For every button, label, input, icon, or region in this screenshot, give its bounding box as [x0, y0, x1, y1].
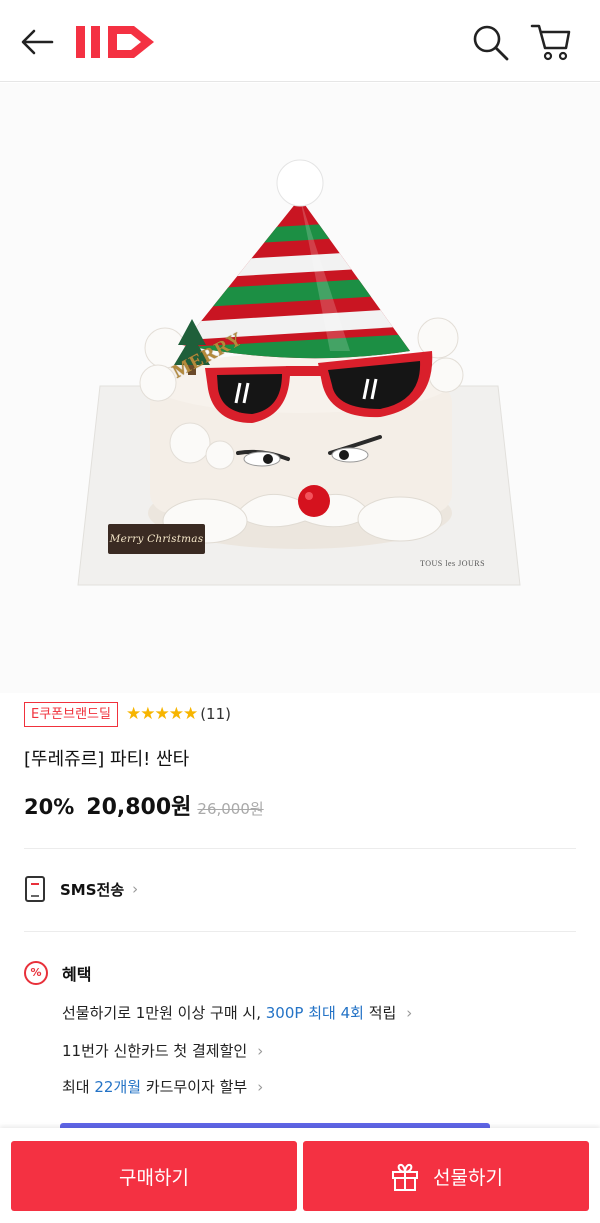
- gift-button-label: 선물하기: [433, 1166, 503, 1189]
- product-title: [뚜레쥬르] 파티! 싼타: [24, 749, 190, 770]
- sms-label: SMS전송: [60, 880, 125, 899]
- product-image[interactable]: MERRY Merry Christmas TOUS les JOURS: [0, 83, 600, 693]
- divider: [24, 848, 576, 849]
- merry-christmas-plaque: Merry Christmas: [108, 524, 205, 554]
- benefit-item-shinhan-card[interactable]: 11번가 신한카드 첫 결제할인 ›: [62, 1040, 263, 1061]
- benefit-text: 11번가 신한카드 첫 결제할인: [62, 1042, 248, 1060]
- buy-button[interactable]: 구매하기: [11, 1141, 297, 1211]
- chevron-right-icon: ›: [406, 1004, 413, 1022]
- benefit-header: % 혜택: [24, 958, 91, 988]
- chevron-right-icon: ›: [257, 1042, 264, 1060]
- search-button[interactable]: [470, 22, 512, 62]
- divider: [24, 931, 576, 932]
- benefit-highlight: 22개월: [94, 1078, 142, 1096]
- chevron-right-icon: ›: [132, 880, 139, 898]
- cart-icon: [530, 24, 571, 61]
- cake-illustration: [77, 159, 521, 586]
- benefit-text: 선물하기로 1만원 이상 구매 시,: [62, 1004, 266, 1022]
- benefit-item-installment[interactable]: 최대 22개월 카드무이자 할부 ›: [62, 1076, 263, 1097]
- phone-icon: [25, 876, 45, 902]
- review-count[interactable]: (11): [200, 705, 231, 723]
- price-row: 20% 20,800원 26,000원: [24, 789, 264, 821]
- benefit-text: 최대: [62, 1078, 95, 1096]
- benefit-item-gift-points[interactable]: 선물하기로 1만원 이상 구매 시, 300P 최대 4회 적립 ›: [62, 1002, 412, 1023]
- back-arrow-icon: [21, 29, 54, 55]
- star-rating[interactable]: ★★★★★: [126, 704, 198, 724]
- benefit-text: 적립: [363, 1004, 397, 1022]
- benefit-highlight: 300P 최대 4회: [265, 1004, 364, 1022]
- discount-rate: 20%: [24, 795, 75, 819]
- gift-button[interactable]: 선물하기: [303, 1141, 589, 1211]
- original-price: 26,000원: [197, 800, 264, 818]
- cart-button[interactable]: [528, 20, 574, 64]
- badge-rating-row: E쿠폰브랜드딜 ★★★★★ (11): [24, 701, 231, 727]
- gift-icon: [392, 1163, 419, 1191]
- back-button[interactable]: [18, 22, 58, 62]
- buy-button-label: 구매하기: [119, 1166, 189, 1189]
- promo-badge: E쿠폰브랜드딜: [24, 701, 118, 727]
- percent-icon: %: [24, 961, 48, 985]
- benefit-title: 혜택: [62, 965, 92, 984]
- logo-mark: [76, 26, 154, 58]
- benefit-text: 카드무이자 할부: [141, 1078, 248, 1096]
- search-icon: [473, 25, 509, 61]
- sms-send-row[interactable]: SMS전송 ›: [24, 872, 138, 906]
- chevron-right-icon: ›: [257, 1078, 264, 1096]
- top-header: [0, 0, 600, 82]
- board-brand-print: TOUS les JOURS: [420, 559, 486, 568]
- sale-price: 20,800원: [86, 795, 192, 820]
- bottom-action-bar: 구매하기 선물하기: [0, 1128, 600, 1223]
- eleven-st-logo[interactable]: [74, 20, 160, 64]
